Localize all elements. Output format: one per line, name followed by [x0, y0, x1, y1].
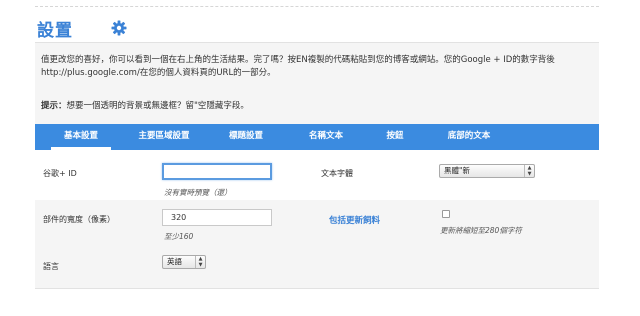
tab-title-settings[interactable]: 標題設置 [215, 124, 277, 150]
google-id-label: 谷歌+ ID [43, 169, 77, 178]
tab-button[interactable]: 按鈕 [380, 124, 410, 150]
page-title: 設置 [37, 20, 73, 41]
top-divider [35, 6, 599, 7]
google-id-hint: 沒有實時預覽（還） [164, 188, 232, 197]
bottom-divider [35, 288, 599, 289]
select-arrows-icon: ▲ ▼ [195, 256, 205, 268]
settings-panel: 值更改您的喜好，你可以看到一個在右上角的生活結果。完了嗎？按EN複製的代碼粘貼到… [35, 42, 599, 289]
language-label: 語言 [43, 262, 59, 271]
select-arrows-icon: ▲ ▼ [524, 165, 534, 177]
form-row-width: 部件的寬度（像素） 至少160 包括更新飼料 更新將縮短至280個字符 [35, 200, 599, 244]
form-row-google-id: 谷歌+ ID 沒有實時預覽（還） 文本字體 黑體"新 ▲ ▼ [35, 150, 599, 200]
language-select-value: 英語 [167, 257, 182, 266]
font-select-value: 黑體"新 [444, 166, 470, 175]
intro-text: 值更改您的喜好，你可以看到一個在右上角的生活結果。完了嗎？按EN複製的代碼粘貼到… [41, 55, 555, 78]
page-header: 設置 [37, 16, 127, 41]
font-label: 文本字體 [321, 169, 353, 178]
width-hint: 至少160 [164, 232, 194, 241]
settings-tabs: 基本設置 主要區域設置 標題設置 名稱文本 按鈕 底部的文本 [35, 124, 599, 150]
language-select[interactable]: 英語 ▲ ▼ [162, 255, 206, 269]
update-feed-hint: 更新將縮短至280個字符 [440, 226, 522, 235]
google-id-input[interactable] [162, 163, 272, 180]
include-update-feed-link[interactable]: 包括更新飼料 [329, 214, 380, 226]
tab-bottom-text[interactable]: 底部的文本 [433, 124, 505, 150]
tip-prefix: 提示： [41, 101, 67, 111]
width-label: 部件的寬度（像素） [43, 215, 115, 224]
gear-icon[interactable] [111, 20, 127, 36]
tab-name-text[interactable]: 名稱文本 [297, 124, 355, 150]
font-select[interactable]: 黑體"新 ▲ ▼ [439, 164, 535, 178]
tab-basic-settings[interactable]: 基本設置 [51, 124, 111, 150]
tab-main-area-settings[interactable]: 主要區域設置 [129, 124, 199, 150]
tip-body: 想要一個透明的背景或無邊框？留"空隱藏字段。 [66, 101, 249, 111]
form-row-language: 語言 英語 ▲ ▼ [35, 244, 599, 288]
width-input[interactable] [162, 209, 272, 226]
tip-text: 提示：想要一個透明的背景或無邊框？留"空隱藏字段。 [41, 99, 249, 111]
update-feed-checkbox[interactable] [442, 210, 450, 218]
